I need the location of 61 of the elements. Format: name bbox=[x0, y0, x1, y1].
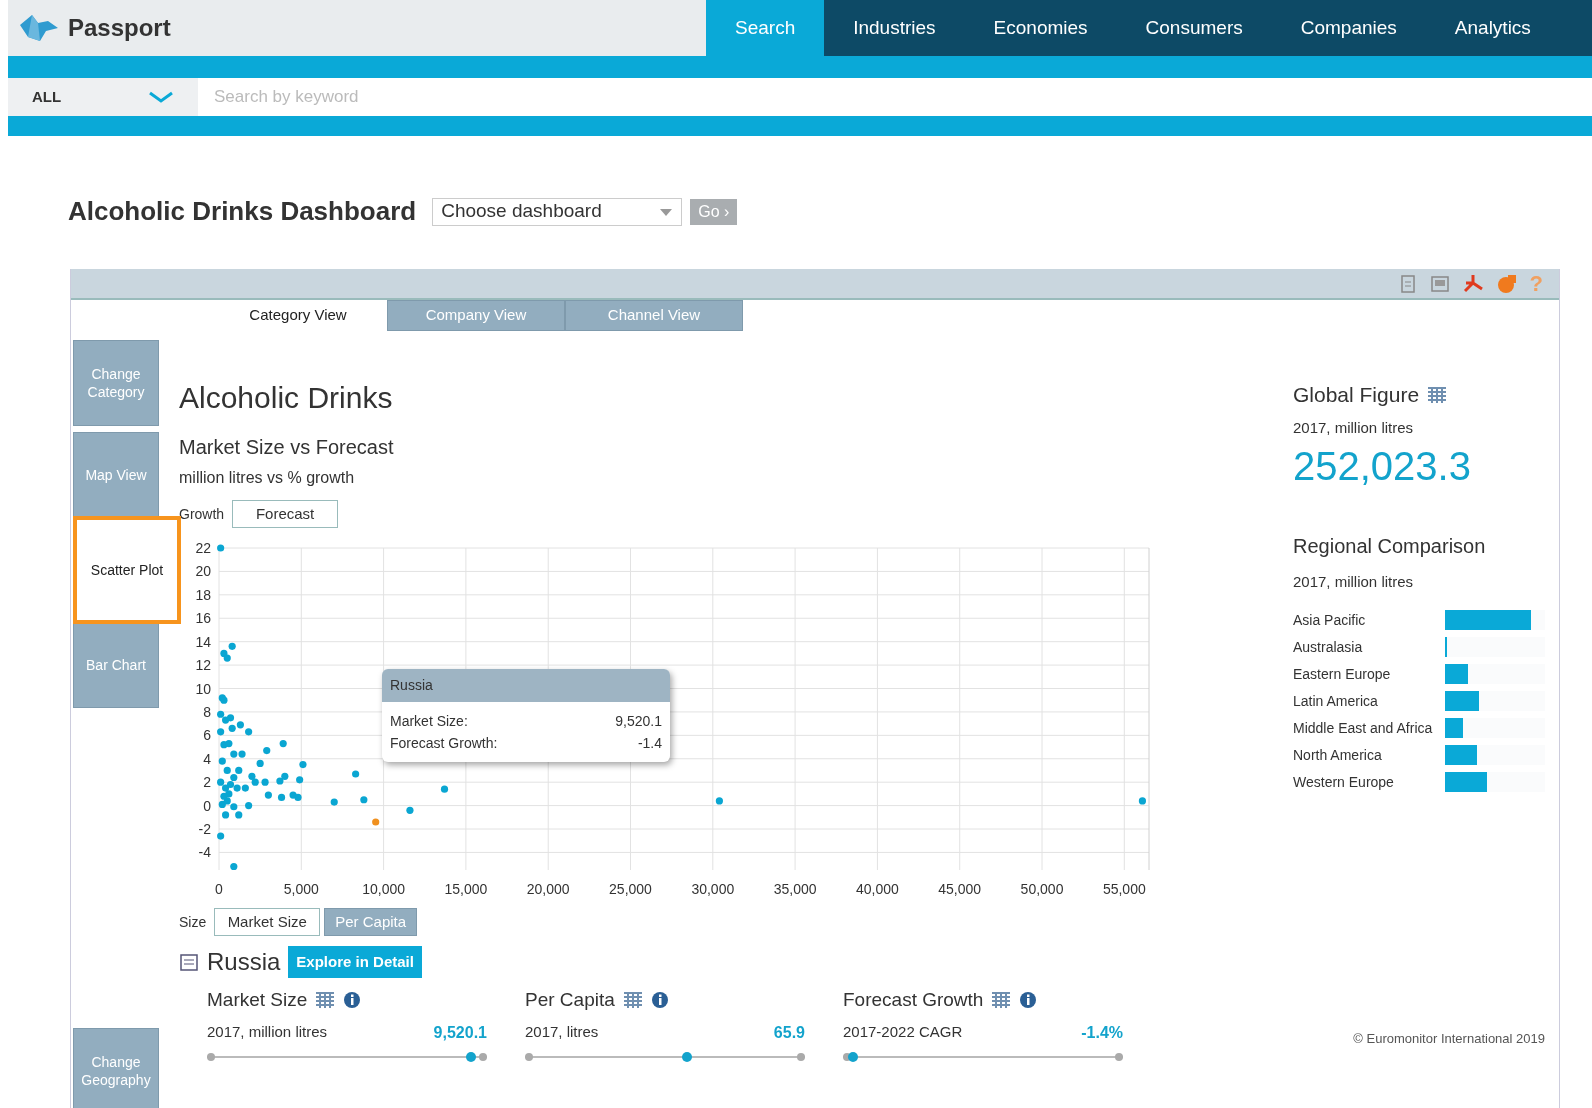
x-tick-label: 35,000 bbox=[773, 881, 817, 897]
y-tick-label: 0 bbox=[203, 797, 211, 814]
chart-title: Market Size vs Forecast bbox=[179, 435, 395, 460]
chart-subtitle: million litres vs % growth bbox=[179, 468, 356, 488]
metric-subtitle: 2017, litres bbox=[525, 1021, 599, 1042]
toggle-label: Growth bbox=[179, 504, 225, 524]
region-label: Latin America bbox=[1293, 691, 1379, 711]
tooltip-value: 9,520.1 bbox=[615, 712, 662, 731]
region-label: Asia Pacific bbox=[1293, 610, 1367, 630]
y-tick-label: 14 bbox=[195, 633, 211, 650]
x-tick-label: 40,000 bbox=[856, 881, 899, 897]
logo-text: Passport bbox=[68, 13, 171, 43]
x-tick-label: 20,000 bbox=[526, 881, 570, 897]
region-label: Western Europe bbox=[1293, 772, 1395, 792]
tooltip-label: Market Size: bbox=[390, 712, 468, 731]
y-tick-label: 16 bbox=[195, 610, 211, 627]
y-tick-label: 18 bbox=[195, 586, 211, 603]
country-name: Russia bbox=[207, 947, 281, 977]
tooltip-value: -1.4 bbox=[637, 734, 662, 753]
y-tick-label: 20 bbox=[195, 563, 211, 580]
global-figure-value: 252,023.3 bbox=[1293, 443, 1472, 490]
metric-subtitle: 2017, million litres bbox=[207, 1021, 328, 1042]
region-label: Middle East and Africa bbox=[1293, 718, 1434, 738]
y-tick-label: 4 bbox=[203, 750, 211, 767]
x-tick-label: 25,000 bbox=[609, 881, 652, 897]
x-tick-label: 30,000 bbox=[691, 881, 735, 897]
page-title: Alcoholic Drinks Dashboard bbox=[68, 195, 417, 228]
region-label: Eastern Europe bbox=[1293, 664, 1392, 684]
global-figure-subtitle: 2017, million litres bbox=[1293, 417, 1415, 438]
y-tick-label: 6 bbox=[203, 727, 211, 744]
metric-title: Market Size bbox=[207, 988, 308, 1012]
x-tick-label: 5,000 bbox=[283, 881, 319, 897]
region-label: Australasia bbox=[1293, 637, 1364, 657]
y-tick-label: -2 bbox=[198, 821, 211, 837]
metric-subtitle: 2017-2022 CAGR bbox=[843, 1021, 963, 1042]
x-tick-label: 15,000 bbox=[444, 881, 488, 897]
x-tick-label: 50,000 bbox=[1020, 881, 1064, 897]
regional-subtitle: 2017, million litres bbox=[1293, 572, 1415, 592]
x-tick-label: 10,000 bbox=[362, 881, 405, 897]
x-tick-label: 55,000 bbox=[1102, 881, 1146, 897]
metric-value: 65.9 bbox=[773, 1022, 805, 1043]
x-tick-label: 45,000 bbox=[938, 881, 982, 897]
category-title: Alcoholic Drinks bbox=[179, 380, 394, 416]
y-tick-label: 10 bbox=[195, 680, 211, 697]
regional-title: Regional Comparison bbox=[1293, 534, 1487, 559]
toggle-label: Size bbox=[179, 912, 207, 932]
tooltip-title: Russia bbox=[382, 669, 670, 702]
y-tick-label: 8 bbox=[203, 703, 211, 720]
global-figure-title: Global Figure bbox=[1293, 382, 1420, 408]
y-tick-label: 12 bbox=[195, 657, 211, 674]
y-tick-label: -4 bbox=[198, 844, 211, 861]
x-tick-label: 0 bbox=[215, 881, 223, 897]
metric-title: Per Capita bbox=[525, 988, 615, 1012]
region-label: North America bbox=[1293, 745, 1383, 765]
metric-title: Forecast Growth bbox=[843, 988, 984, 1012]
metric-value: -1.4% bbox=[1081, 1022, 1123, 1043]
copyright-text: © Euromonitor International 2019 bbox=[1353, 1030, 1545, 1048]
metric-value: 9,520.1 bbox=[433, 1022, 487, 1043]
tooltip-label: Forecast Growth: bbox=[390, 734, 498, 753]
y-tick-label: 22 bbox=[195, 540, 211, 556]
y-tick-label: 2 bbox=[203, 774, 211, 791]
